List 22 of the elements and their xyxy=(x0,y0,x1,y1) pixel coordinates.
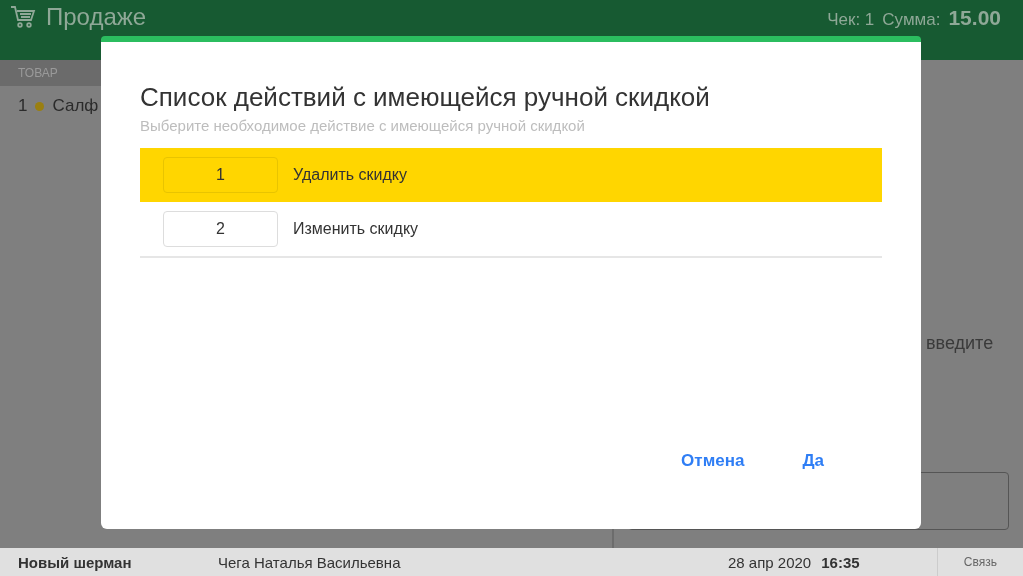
sum-label: Сумма: xyxy=(882,10,941,30)
sum-value: 15.00 xyxy=(948,6,1001,30)
hint-text: введите xyxy=(926,333,995,354)
connection-status[interactable]: Связь xyxy=(936,548,1023,576)
dialog-button[interactable]: Отмена xyxy=(663,445,763,477)
row-number: 1 xyxy=(18,96,28,116)
time-text: 16:35 xyxy=(821,553,861,571)
action-number: 2 xyxy=(163,211,278,247)
receipt-number: Чек: 1 xyxy=(827,10,875,30)
screen-title: Продаже xyxy=(46,3,147,31)
action-item[interactable]: 2 Изменить скидку xyxy=(140,202,882,256)
action-item[interactable]: 1 Удалить скидку xyxy=(140,148,882,202)
cashier-name: Чега Наталья Васильевна xyxy=(218,553,402,571)
cart-icon xyxy=(10,5,36,29)
dialog-subtitle: Выберите необходимое действие с имеющейся ручной скидкой xyxy=(140,117,586,134)
date-text: 28 апр 2020 xyxy=(728,553,812,571)
action-number: 1 xyxy=(163,157,278,193)
dialog-button[interactable]: Да xyxy=(784,445,842,477)
action-label: Удалить скидку xyxy=(293,166,407,184)
action-label: Изменить скидку xyxy=(293,220,419,238)
product-name: Салф xyxy=(52,96,99,116)
shift-name: Новый шерман xyxy=(18,553,133,571)
